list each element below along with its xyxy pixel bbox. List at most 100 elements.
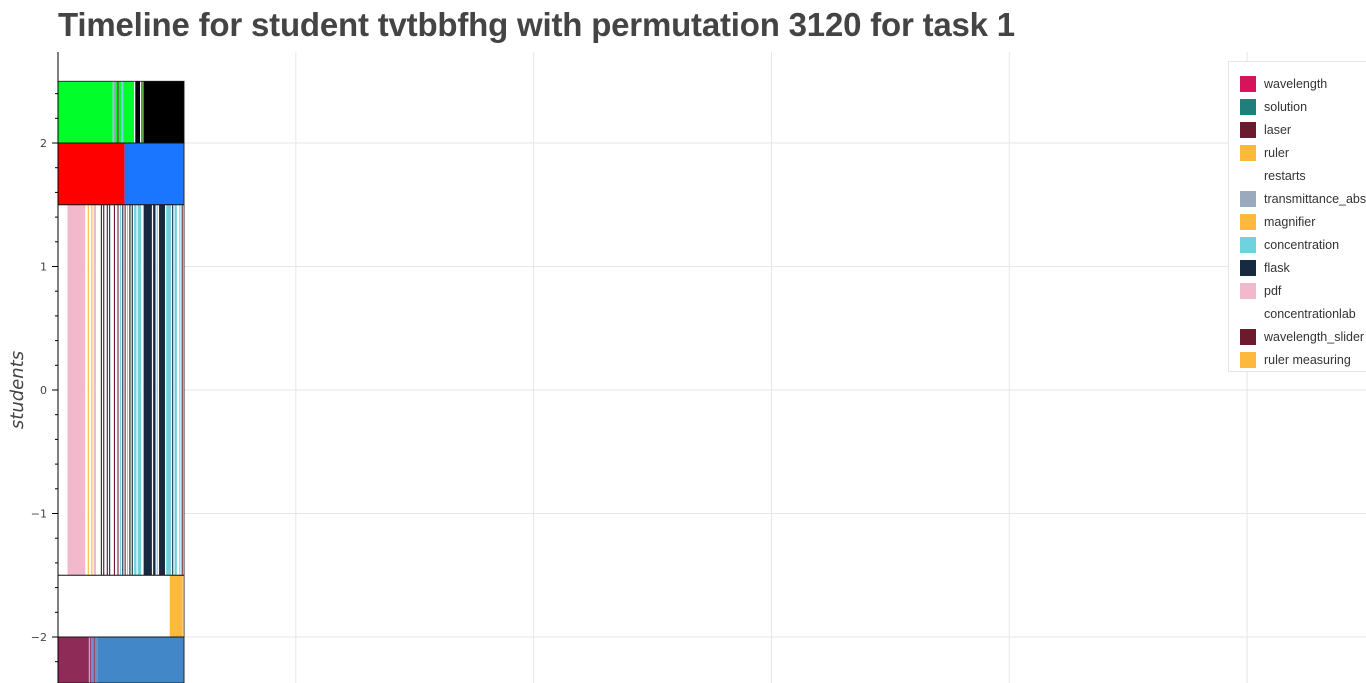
legend-label: magnifier [1264,214,1316,229]
y-tick-label: 0 [40,384,47,397]
y-tick-label: 2 [40,137,47,150]
timeline-segment [135,81,141,143]
timeline-segment [121,204,123,576]
timeline-segment [58,81,113,143]
legend-item[interactable]: flask [1229,256,1366,279]
timeline-segment [58,204,68,576]
timeline-segment [172,204,174,576]
timeline-segment [134,81,136,143]
legend-label: pdf [1264,283,1282,298]
legend-swatch [1240,282,1256,299]
legend-swatch [1240,259,1256,276]
timeline-segment [132,204,135,576]
timeline-segment [123,81,135,143]
timeline-segment [130,204,132,576]
timeline-segment [169,575,183,637]
timeline-segment [176,204,180,576]
timeline-segment [58,575,170,637]
timeline-segment [170,204,173,576]
timeline-bars [57,80,185,683]
legend-item[interactable]: transmittance_abs [1229,187,1366,210]
timeline-segment [118,81,122,143]
legend-label: ruler [1264,145,1290,160]
timeline-segment [123,204,125,576]
legend-label: flask [1264,260,1290,275]
y-tick-label: 1 [40,261,47,274]
timeline-segment [97,637,185,683]
timeline-segment [96,204,101,576]
timeline-segment [165,204,167,576]
legend-swatch [1240,305,1256,322]
timeline-segment [87,204,89,576]
legend-item[interactable]: dependent variabl [1229,371,1366,372]
timeline-segment [180,204,182,576]
timeline-segment [156,204,158,576]
timeline-segment [85,204,88,576]
timeline-segment [113,81,116,143]
legend-swatch [1240,236,1256,253]
timeline-segment [140,81,142,143]
timeline-segment [92,204,94,576]
timeline-segment [112,81,114,143]
legend-item[interactable]: wavelength [1229,72,1366,95]
y-tick-label: −1 [31,508,47,521]
timeline-segment [113,204,116,576]
legend-item[interactable]: ruler measuring [1229,348,1366,371]
timeline-segment [181,204,183,576]
legend-swatch [1240,121,1256,138]
legend-label: restarts [1264,168,1306,183]
timeline-segment [129,204,131,576]
timeline-segment [93,637,95,683]
timeline-segment [122,204,124,576]
legend-label: wavelength [1264,76,1328,91]
timeline-segment [141,81,143,143]
legend-item[interactable]: solution [1229,95,1366,118]
legend-swatch [1240,351,1256,368]
legend-item[interactable]: laser [1229,118,1366,141]
timeline-segment [126,204,129,576]
timeline-segment [124,204,126,576]
timeline-segment [103,204,105,576]
legend-item[interactable]: concentration [1229,233,1366,256]
y-tick-label: −2 [31,631,47,644]
timeline-segment [155,204,157,576]
legend-item[interactable]: concentrationlab [1229,302,1366,325]
timeline-segment [100,204,102,576]
legend-item[interactable]: ruler [1229,141,1366,164]
legend-label: laser [1264,122,1292,137]
timeline-segment [142,81,144,143]
timeline-segment [136,204,138,576]
legend-swatch [1240,190,1256,207]
timeline-segment [131,204,133,576]
legend-item[interactable]: wavelength_slider [1229,325,1366,348]
legend-item[interactable]: pdf [1229,279,1366,302]
legend-label: solution [1264,99,1308,114]
timeline-segment [93,204,97,576]
timeline-segment [121,81,124,143]
grid-lines [58,52,1366,683]
timeline-segment [134,204,137,576]
timeline-segment [101,204,104,576]
timeline-segment [153,204,156,576]
timeline-segment [125,204,127,576]
legend-item[interactable]: restarts [1229,164,1366,187]
legend-item[interactable]: magnifier [1229,210,1366,233]
timeline-segment [143,204,152,576]
legend-label: wavelength_slider [1264,329,1365,344]
timeline-segment [115,81,118,143]
timeline-segment [58,143,125,205]
timeline-segment [94,637,98,683]
legend-swatch [1240,167,1256,184]
legend-swatch [1240,328,1256,345]
timeline-segment [88,637,91,683]
timeline-segment [91,204,93,576]
legend-label: concentration [1264,237,1340,252]
plot-area: −2 −1 0 1 2 students [7,52,1366,683]
timeline-segment [124,143,185,205]
legend-label: ruler measuring [1264,352,1351,367]
timeline-segment [110,204,114,576]
timeline-segment [173,204,175,576]
timeline-segment [128,204,130,576]
timeline-segment [118,204,120,576]
timeline-segment [115,204,118,576]
